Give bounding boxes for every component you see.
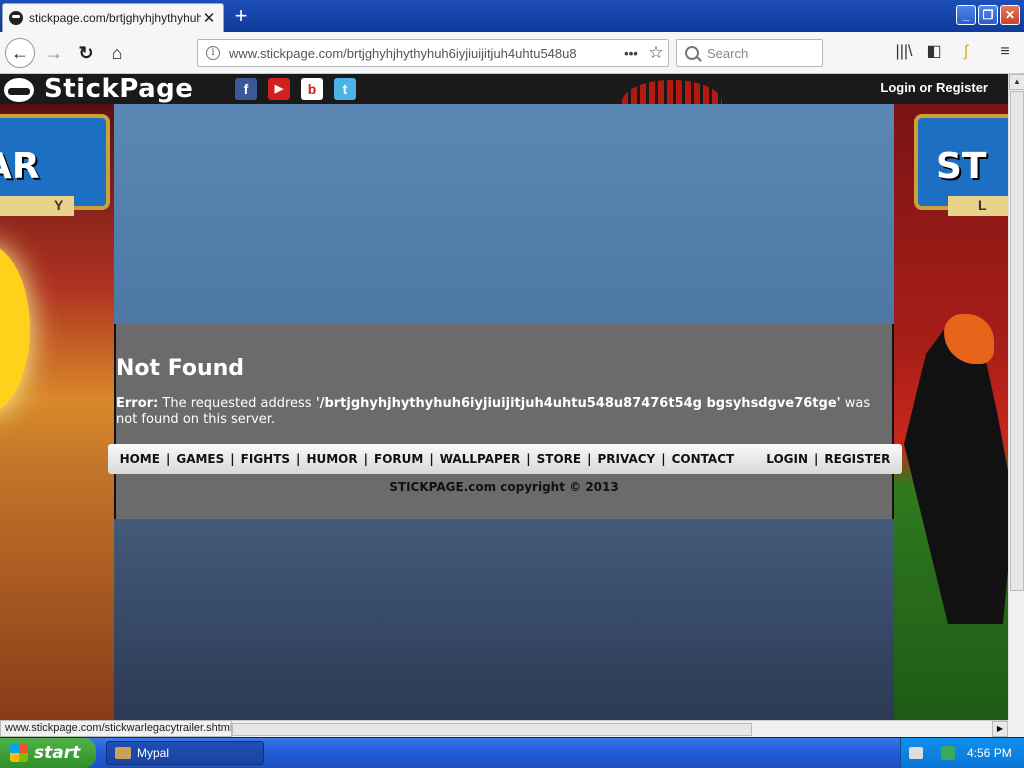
error-path: '/brtjghyhjhythyhuh6iyjiuijitjuh4uhtu548… [315, 396, 841, 411]
clock[interactable]: 4:56 PM [967, 746, 1012, 760]
vertical-scroll-thumb[interactable] [1010, 91, 1024, 591]
vertical-scrollbar[interactable]: ▲ [1008, 74, 1024, 720]
site-header: StickPage f ▶ b t Login or Register [0, 74, 1008, 124]
back-button[interactable]: ← [5, 38, 35, 68]
search-icon [685, 46, 699, 60]
nav-link-register[interactable]: REGISTER [824, 452, 890, 466]
sidebar-icon[interactable]: ◧ [923, 41, 945, 63]
nav-link-login[interactable]: LOGIN [766, 452, 808, 466]
nav-link-store[interactable]: STORE [537, 452, 581, 466]
tab-title: stickpage.com/brtjghyhjhythyhuh6i [29, 11, 201, 25]
left-banner-text: AR [0, 146, 40, 187]
right-game-logo: ST L [914, 114, 1008, 216]
tab-strip: stickpage.com/brtjghyhjhythyhuh6i ✕ + _ … [0, 0, 1024, 32]
nav-separator: | [814, 452, 819, 466]
facebook-icon[interactable]: f [235, 78, 257, 100]
nav-link-games[interactable]: GAMES [176, 452, 224, 466]
right-ad-banner[interactable]: ST L [894, 104, 1008, 720]
error-prefix: The requested address [162, 396, 312, 411]
copyright-text: STICKPAGE.com copyright © 2013 [389, 480, 619, 494]
nav-link-contact[interactable]: CONTACT [672, 452, 735, 466]
nav-separator: | [230, 452, 235, 466]
youtube-icon[interactable]: ▶ [268, 78, 290, 100]
search-placeholder: Search [707, 45, 749, 61]
right-banner-text: ST [936, 146, 987, 187]
taskbar: start Mypal 4:56 PM [0, 738, 1024, 768]
nav-separator: | [526, 452, 531, 466]
extension-icon[interactable]: ʃ [955, 41, 977, 63]
nav-separator: | [587, 452, 592, 466]
close-tab-icon[interactable]: ✕ [201, 9, 217, 27]
twitter-icon[interactable]: t [334, 78, 356, 100]
search-input[interactable]: Search [676, 39, 823, 67]
nav-link-humor[interactable]: HUMOR [306, 452, 357, 466]
system-tray: 4:56 PM [900, 738, 1024, 768]
navigation-toolbar: ← → ↻ ⌂ i www.stickpage.com/brtjghyhjhyt… [0, 32, 1024, 74]
mypal-icon [115, 747, 131, 759]
nav-separator: | [296, 452, 301, 466]
scroll-right-icon[interactable]: ▶ [992, 721, 1008, 737]
left-banner-sub: Y [54, 197, 64, 213]
site-favicon-icon [9, 11, 23, 25]
horizontal-scroll-thumb[interactable] [232, 723, 752, 736]
login-register-link[interactable]: Login or Register [880, 80, 988, 95]
horizontal-scrollbar[interactable]: ▶ [232, 720, 1008, 737]
content-top-panel [114, 104, 894, 324]
left-ad-banner[interactable]: AR Y [0, 104, 114, 720]
menu-icon[interactable]: ≡ [994, 41, 1016, 63]
stickpage-logo-icon[interactable] [4, 78, 34, 102]
right-banner-sub: L [978, 197, 987, 213]
error-panel: Not Found Error: The requested address '… [108, 324, 902, 519]
nav-separator: | [363, 452, 368, 466]
nav-link-forum[interactable]: FORUM [374, 452, 423, 466]
taskbar-item-mypal[interactable]: Mypal [106, 741, 264, 765]
nav-link-fights[interactable]: FIGHTS [241, 452, 290, 466]
nav-separator: | [429, 452, 434, 466]
home-button[interactable]: ⌂ [104, 38, 130, 68]
start-button[interactable]: start [0, 738, 96, 768]
left-banner-ribbon: Y [0, 196, 74, 216]
restore-button[interactable]: ❐ [978, 5, 998, 25]
page-viewport: AR Y ST L StickPage f ▶ b t Login or Reg… [0, 74, 1008, 720]
sun-art [0, 244, 30, 414]
nav-link-privacy[interactable]: PRIVACY [597, 452, 655, 466]
nav-separator: | [165, 452, 171, 466]
windows-logo-icon [10, 744, 28, 762]
scroll-corner [1008, 720, 1024, 737]
start-label: start [34, 743, 81, 763]
forward-button[interactable]: → [42, 38, 66, 68]
library-icon[interactable]: |||\ [893, 41, 915, 63]
minimize-button[interactable]: _ [956, 5, 976, 25]
new-tab-button[interactable]: + [230, 4, 252, 28]
browser-tab[interactable]: stickpage.com/brtjghyhjhythyhuh6i ✕ [2, 3, 224, 32]
nav-separator: | [661, 452, 666, 466]
right-banner-ribbon: L [948, 196, 1008, 216]
error-label: Error: [116, 396, 159, 411]
taskbar-item-label: Mypal [137, 746, 170, 760]
content-bottom-panel [114, 519, 894, 720]
window-controls: _ ❐ ✕ [956, 5, 1020, 25]
bookmark-star-icon[interactable]: ☆ [644, 43, 668, 63]
status-url: www.stickpage.com/stickwarlegacytrailer.… [0, 720, 232, 737]
error-message: Error: The requested address '/brtjghyhj… [116, 396, 886, 428]
page-actions-icon[interactable]: ••• [618, 46, 644, 61]
address-bar[interactable]: i www.stickpage.com/brtjghyhjhythyhuh6iy… [197, 39, 669, 67]
url-text[interactable]: www.stickpage.com/brtjghyhjhythyhuh6iyji… [229, 46, 618, 61]
blog-icon[interactable]: b [301, 78, 323, 100]
scroll-up-icon[interactable]: ▲ [1009, 74, 1024, 90]
keyboard-icon[interactable] [909, 747, 923, 759]
footer-nav: HOME | GAMES | FIGHTS | HUMOR | FORUM | WALLP… [108, 444, 902, 474]
reload-button[interactable]: ↻ [74, 38, 98, 68]
nav-link-wallpaper[interactable]: WALLPAPER [440, 452, 521, 466]
close-window-button[interactable]: ✕ [1000, 5, 1020, 25]
stick-giant-art [904, 324, 1008, 624]
left-game-logo: AR Y [0, 114, 110, 216]
site-info-icon[interactable]: i [206, 46, 220, 60]
page-title: Not Found [116, 356, 245, 381]
nav-link-home[interactable]: HOME [120, 452, 160, 466]
site-logo[interactable]: StickPage [44, 74, 193, 104]
network-icon[interactable] [941, 746, 955, 760]
